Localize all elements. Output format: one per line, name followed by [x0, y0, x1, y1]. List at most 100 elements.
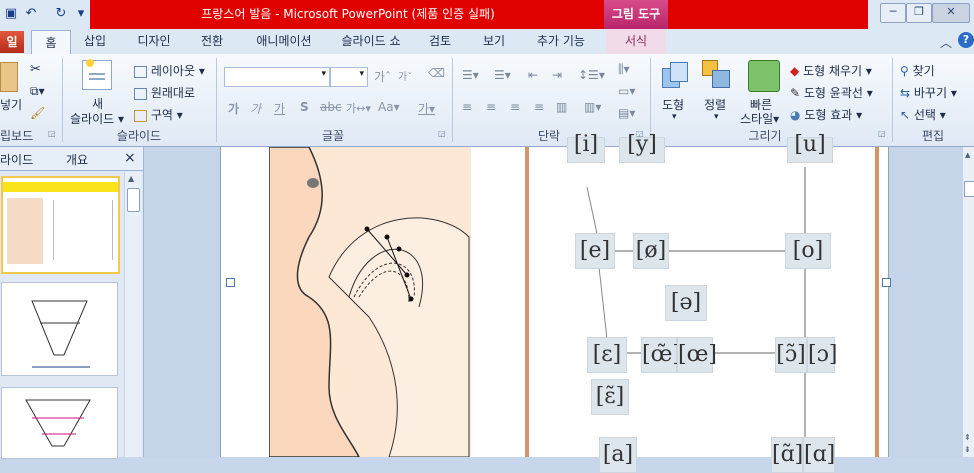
vowel-o-slash[interactable]: [ø]: [633, 233, 669, 269]
tab-transitions[interactable]: 전환: [192, 29, 232, 54]
pane-close-icon[interactable]: ×: [124, 150, 136, 166]
redo-icon[interactable]: ↻: [52, 5, 70, 23]
vowel-nasal-e[interactable]: [ɛ̃]: [591, 379, 629, 415]
tab-format[interactable]: 서식: [606, 29, 666, 54]
replace-button[interactable]: ⇆ 바꾸기 ▾: [900, 84, 957, 101]
vowel-o[interactable]: [o]: [785, 233, 831, 269]
tab-addins[interactable]: 추가 기능: [526, 29, 596, 54]
vowel-nasal-a[interactable]: [ɑ̃]: [771, 437, 803, 473]
align-left-icon[interactable]: ≡: [462, 100, 472, 114]
strikethrough-icon[interactable]: abc: [320, 100, 342, 114]
slide-thumbnail-2[interactable]: [1, 282, 118, 376]
select-button[interactable]: ↖ 선택 ▾: [900, 106, 946, 123]
selection-handle-right[interactable]: [882, 278, 891, 287]
tab-outline-pane[interactable]: 개요: [66, 151, 88, 168]
justify-icon[interactable]: ≡: [534, 100, 544, 114]
scroll-up-icon[interactable]: ▲: [965, 151, 970, 159]
arrange-label[interactable]: 정렬: [704, 96, 726, 113]
vowel-nasal-oe[interactable]: [œ̃]: [641, 337, 681, 373]
increase-indent-icon[interactable]: ⇥: [552, 68, 562, 82]
font-launcher-icon[interactable]: ◲: [438, 129, 446, 138]
shapes-dropdown-icon[interactable]: ▾: [672, 112, 677, 122]
shapes-label[interactable]: 도형: [662, 96, 684, 113]
line-spacing-icon[interactable]: ↕☰▾: [578, 68, 605, 82]
tab-design[interactable]: 디자인: [128, 29, 180, 54]
vowel-oe[interactable]: [œ]: [677, 337, 717, 373]
paste-button[interactable]: 넣기: [0, 96, 22, 113]
vowel-y[interactable]: [y]: [619, 134, 665, 163]
align-right-icon[interactable]: ≡: [510, 100, 520, 114]
clear-format-icon[interactable]: ⌫: [428, 66, 445, 80]
thumbnail-scrollbar[interactable]: ▲: [124, 172, 141, 457]
copy-icon[interactable]: ⧉▾: [30, 84, 45, 99]
section-button[interactable]: 구역 ▾: [134, 106, 183, 123]
vowel-open-e[interactable]: [ɛ]: [587, 337, 627, 373]
slide-thumbnail-3[interactable]: [1, 387, 118, 459]
shapes-icon[interactable]: [660, 60, 690, 90]
previous-slide-icon[interactable]: ⇞: [964, 433, 971, 442]
shape-effects-button[interactable]: ◕ 도형 효과 ▾: [790, 106, 862, 123]
bullets-icon[interactable]: ☰▾: [462, 68, 479, 82]
clipboard-launcher-icon[interactable]: ◲: [48, 129, 56, 138]
vowel-back-a[interactable]: [ɑ]: [803, 437, 835, 473]
minimize-button[interactable]: ─: [880, 3, 906, 23]
slide-canvas[interactable]: [i] [y] [u] [e] [ø] [o] [ə] [ɛ] [œ̃] [œ]…: [220, 134, 889, 473]
tab-home[interactable]: 홈: [31, 30, 71, 56]
tab-view[interactable]: 보기: [474, 29, 514, 54]
bold-icon[interactable]: 가: [228, 100, 239, 117]
layout-button[interactable]: 레이아웃 ▾: [134, 62, 205, 79]
close-button[interactable]: ✕: [932, 3, 970, 23]
align-center-icon[interactable]: ≡: [486, 100, 496, 114]
underline-icon[interactable]: 가: [274, 100, 285, 117]
font-size-combo[interactable]: ▾: [330, 67, 368, 87]
change-case-icon[interactable]: Aa▾: [378, 100, 400, 114]
next-slide-icon[interactable]: ⇟: [964, 445, 971, 454]
maximize-button[interactable]: ❐: [906, 3, 932, 23]
text-direction-icon[interactable]: ⫼▾: [618, 62, 630, 77]
drawing-launcher-icon[interactable]: ◲: [878, 129, 886, 138]
reset-button[interactable]: 원래대로: [134, 84, 195, 101]
shape-fill-button[interactable]: ◆ 도형 채우기 ▾: [790, 62, 872, 79]
tab-insert[interactable]: 삽입: [76, 29, 114, 54]
undo-icon[interactable]: ↶: [22, 5, 40, 23]
format-painter-icon[interactable]: 🖌: [30, 106, 45, 120]
font-color-icon[interactable]: 가▾: [418, 100, 435, 117]
italic-icon[interactable]: 가: [250, 100, 261, 117]
shadow-icon[interactable]: S: [300, 100, 309, 114]
collapse-ribbon-icon[interactable]: ︿: [940, 34, 952, 51]
scroll-thumb[interactable]: [964, 181, 974, 197]
tab-animations[interactable]: 애니메이션: [244, 29, 324, 54]
paste-icon[interactable]: [0, 62, 18, 92]
vowel-i[interactable]: [i]: [567, 134, 605, 163]
mouth-diagram-picture[interactable]: [269, 147, 471, 457]
numbering-icon[interactable]: ☰▾: [494, 68, 511, 82]
shrink-font-icon[interactable]: 가ˇ: [398, 68, 412, 83]
distribute-icon[interactable]: ▥: [556, 100, 567, 114]
new-slide-button[interactable]: 슬라이드 ▾: [70, 110, 124, 127]
save-icon[interactable]: ▣: [2, 5, 20, 23]
tab-review[interactable]: 검토: [420, 29, 460, 54]
quick-styles-button[interactable]: 스타일▾: [740, 110, 779, 127]
help-icon[interactable]: ?: [958, 32, 974, 48]
slide-thumbnail-1[interactable]: [1, 176, 120, 274]
decrease-indent-icon[interactable]: ⇤: [528, 68, 538, 82]
char-spacing-icon[interactable]: 가↔▾: [346, 100, 371, 116]
vowel-open-o[interactable]: [ɔ]: [807, 337, 838, 373]
font-name-combo[interactable]: ▾: [224, 67, 330, 87]
editor-scrollbar[interactable]: ▲ ⇞ ⇟: [962, 147, 974, 457]
arrange-dropdown-icon[interactable]: ▾: [714, 112, 719, 122]
quick-styles-icon[interactable]: [748, 60, 780, 92]
tab-slides-pane[interactable]: 라이드: [0, 151, 50, 168]
vowel-e[interactable]: [e]: [575, 233, 615, 269]
selection-handle-left[interactable]: [226, 278, 235, 287]
scroll-up-icon[interactable]: ▲: [128, 174, 134, 183]
columns-icon[interactable]: ▥▾: [584, 100, 601, 114]
vowel-u[interactable]: [u]: [787, 134, 833, 163]
smartart-icon[interactable]: ▤▾: [618, 106, 635, 120]
shape-outline-button[interactable]: ✎ 도형 윤곽선 ▾: [790, 84, 873, 101]
tab-slideshow[interactable]: 슬라이드 쇼: [334, 29, 408, 54]
grow-font-icon[interactable]: 가ˆ: [374, 68, 391, 85]
vowel-chart[interactable]: [i] [y] [u] [e] [ø] [o] [ə] [ɛ] [œ̃] [œ]…: [525, 134, 879, 473]
align-text-icon[interactable]: ▭▾: [618, 84, 635, 98]
scroll-thumb[interactable]: [127, 188, 140, 212]
